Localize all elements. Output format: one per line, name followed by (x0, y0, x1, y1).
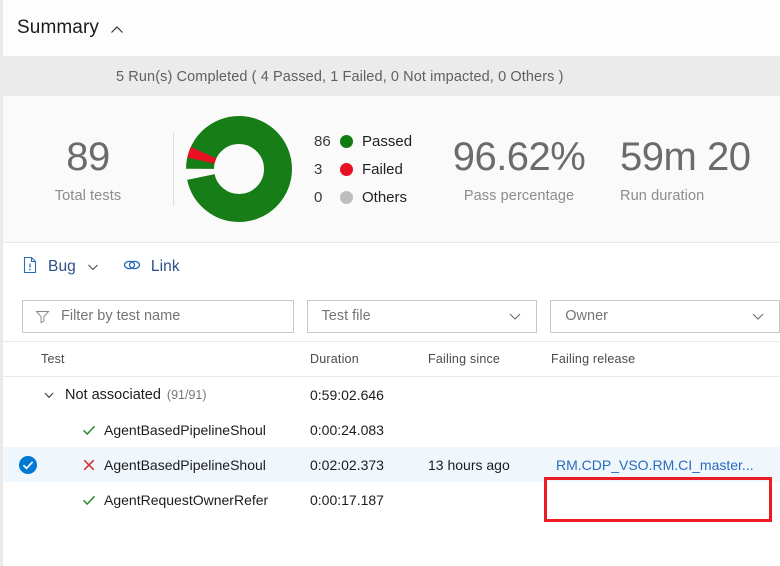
table-row[interactable]: Not associated (91/91) 0:59:02.646 (3, 377, 780, 412)
test-results-panel: Summary 5 Run(s) Completed ( 4 Passed, 1… (0, 0, 780, 566)
runs-completed-banner: 5 Run(s) Completed ( 4 Passed, 1 Failed,… (3, 57, 780, 96)
row-failing-since: 13 hours ago (428, 456, 510, 473)
results-donut-chart (174, 116, 304, 222)
page-title: Summary (17, 17, 99, 38)
run-duration-value: 59m 20 (620, 134, 751, 179)
search-input-field[interactable] (59, 307, 293, 325)
runs-completed-text: 5 Run(s) Completed ( 4 Passed, 1 Failed,… (116, 68, 564, 85)
failed-x-icon (81, 457, 97, 473)
bug-file-icon (22, 256, 39, 279)
donut-svg (186, 116, 292, 222)
column-header-failing-release: Failing release (551, 352, 636, 366)
passed-check-icon (81, 422, 97, 438)
link-chain-icon (122, 257, 142, 278)
funnel-icon (35, 309, 50, 324)
chevron-up-icon[interactable] (109, 22, 125, 38)
pass-percentage-label: Pass percentage (463, 187, 575, 204)
legend-count-failed: 3 (314, 160, 323, 178)
link-button[interactable]: Link (122, 257, 180, 278)
test-name: AgentRequestOwnerRefer (104, 491, 269, 508)
link-button-label: Link (150, 258, 180, 275)
legend-count-passed: 86 (314, 132, 331, 150)
summary-header[interactable]: Summary (3, 0, 780, 57)
row-duration: 0:00:24.083 (310, 421, 384, 438)
results-table-header: Test Duration Failing since Failing rele… (3, 341, 780, 377)
chevron-down-icon[interactable] (507, 308, 523, 324)
stat-total-tests: 89 Total tests (3, 135, 173, 204)
table-row[interactable]: AgentBasedPipelineShoul 0:00:24.083 (3, 412, 780, 447)
stat-run-duration: 59m 20 Run duration (620, 135, 780, 204)
table-row[interactable]: AgentRequestOwnerRefer 0:00:17.187 (3, 482, 780, 517)
passed-check-icon (81, 492, 97, 508)
group-row-label: Not associated (91/91) (65, 386, 207, 403)
total-tests-label: Total tests (54, 187, 122, 204)
row-selected-checkbox[interactable] (19, 455, 37, 474)
chart-legend: 86 Passed 3 Failed 0 Others (314, 127, 412, 211)
legend-dot-others (340, 190, 353, 204)
chevron-down-icon[interactable] (86, 260, 100, 274)
column-header-failing-since: Failing since (428, 352, 501, 366)
row-duration: 0:00:17.187 (310, 491, 384, 508)
group-count: (91/91) (166, 388, 207, 402)
summary-stats: 89 Total tests 86 Passed 3 Failed 0 Othe… (3, 96, 780, 243)
run-duration-label: Run duration (620, 187, 705, 204)
legend-dot-failed (340, 162, 353, 176)
bug-button-label: Bug (48, 258, 76, 275)
failing-release-link[interactable]: RM.CDP_VSO.RM.CI_master... (556, 457, 754, 473)
legend-label-failed: Failed (362, 160, 403, 178)
bug-button[interactable]: Bug (22, 256, 100, 279)
legend-item-passed: 86 Passed (314, 127, 412, 155)
chevron-down-icon[interactable] (42, 388, 56, 402)
test-name: AgentBasedPipelineShoul (104, 421, 266, 438)
filters-row: Test file Owner (3, 291, 780, 341)
legend-count-others: 0 (314, 188, 323, 206)
chevron-down-icon[interactable] (750, 308, 766, 324)
test-file-dropdown[interactable]: Test file (306, 299, 538, 333)
row-duration: 0:59:02.646 (310, 386, 384, 403)
group-name: Not associated (65, 387, 161, 403)
search-input[interactable] (22, 299, 294, 333)
test-name: AgentBasedPipelineShoul (104, 456, 266, 473)
total-tests-value: 89 (66, 134, 110, 179)
legend-item-others: 0 Others (314, 183, 412, 211)
pass-percentage-value: 96.62% (452, 134, 586, 179)
owner-value: Owner (565, 308, 608, 324)
column-header-test: Test (41, 352, 65, 366)
legend-dot-passed (340, 134, 353, 148)
column-header-duration: Duration (310, 352, 359, 366)
row-duration: 0:02:02.373 (310, 456, 384, 473)
test-file-value: Test file (321, 308, 371, 324)
legend-label-others: Others (362, 188, 408, 206)
stat-pass-percentage: 96.62% Pass percentage (424, 135, 614, 204)
owner-dropdown[interactable]: Owner (550, 299, 780, 333)
legend-item-failed: 3 Failed (314, 155, 412, 183)
legend-label-passed: Passed (362, 132, 413, 150)
table-row-selected[interactable]: AgentBasedPipelineShoul 0:02:02.373 13 h… (3, 447, 780, 482)
actions-toolbar: Bug Link (3, 243, 780, 291)
